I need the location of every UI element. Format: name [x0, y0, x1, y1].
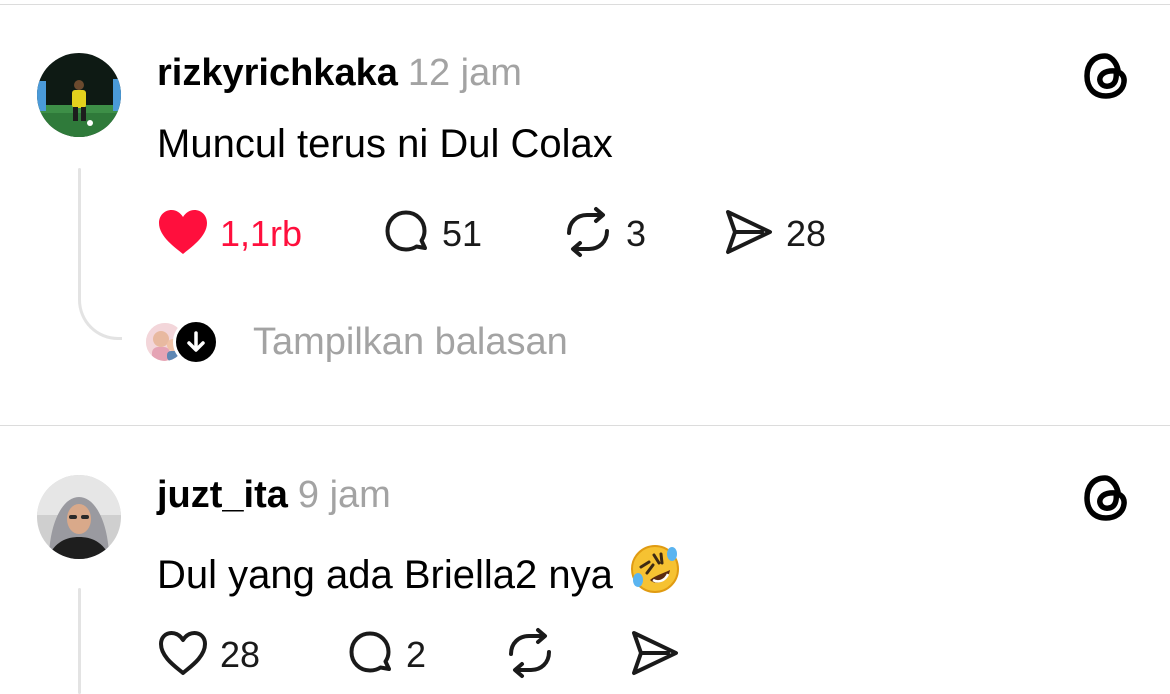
like-count: 1,1rb: [220, 213, 303, 254]
repost-count: 3: [626, 213, 647, 254]
rolling-on-the-floor-laughing-icon: [628, 542, 682, 607]
thread-line-curve: [78, 285, 122, 340]
show-replies[interactable]: Tampilkan balasan: [143, 318, 568, 366]
thread-post: juzt_ita9 jam Dul yang ada Briella2 nya: [0, 426, 1170, 694]
post-text-row: Dul yang ada Briella2 nya: [157, 542, 682, 607]
post-text: Dul yang ada Briella2 nya: [157, 553, 613, 597]
share-button[interactable]: 28: [722, 206, 826, 262]
post-header: rizkyrichkaka 12 jam: [157, 50, 522, 96]
comment-button[interactable]: 2: [344, 627, 426, 683]
avatar[interactable]: [37, 475, 121, 559]
share-button[interactable]: [628, 627, 692, 683]
timestamp: 12 jam: [407, 52, 522, 94]
share-count: 28: [786, 213, 827, 254]
threads-logo-icon[interactable]: [1080, 472, 1132, 524]
comment-count: 2: [406, 634, 427, 675]
repost-button[interactable]: 3: [560, 206, 646, 262]
username[interactable]: juzt_ita: [157, 474, 288, 516]
send-icon: [628, 627, 682, 684]
repost-icon: [560, 206, 616, 263]
repost-icon: [502, 627, 558, 684]
like-button[interactable]: 28: [156, 627, 260, 683]
thread-line: [78, 588, 81, 694]
comment-bubble-icon: [380, 206, 432, 263]
heart-outline-icon: [156, 628, 210, 683]
post-text: Muncul terus ni Dul Colax: [157, 122, 613, 166]
like-button[interactable]: 1,1rb: [156, 206, 302, 262]
like-count: 28: [220, 634, 261, 675]
avatar[interactable]: [37, 53, 121, 137]
comment-button[interactable]: 51: [380, 206, 482, 262]
repost-button[interactable]: [502, 627, 568, 683]
username[interactable]: rizkyrichkaka: [157, 52, 398, 94]
thread-post: rizkyrichkaka 12 jam Muncul terus ni Dul …: [0, 0, 1170, 425]
thread-line: [78, 168, 81, 293]
send-icon: [722, 206, 776, 263]
post-header: juzt_ita 9 jam: [157, 472, 391, 518]
comment-bubble-icon: [344, 627, 396, 684]
threads-logo-icon[interactable]: [1080, 50, 1132, 102]
timestamp: 9 jam: [297, 474, 391, 516]
show-replies-label[interactable]: Tampilkan balasan: [253, 319, 568, 365]
arrow-down-icon: [173, 319, 219, 365]
comment-count: 51: [442, 213, 483, 254]
heart-filled-icon: [156, 207, 210, 262]
